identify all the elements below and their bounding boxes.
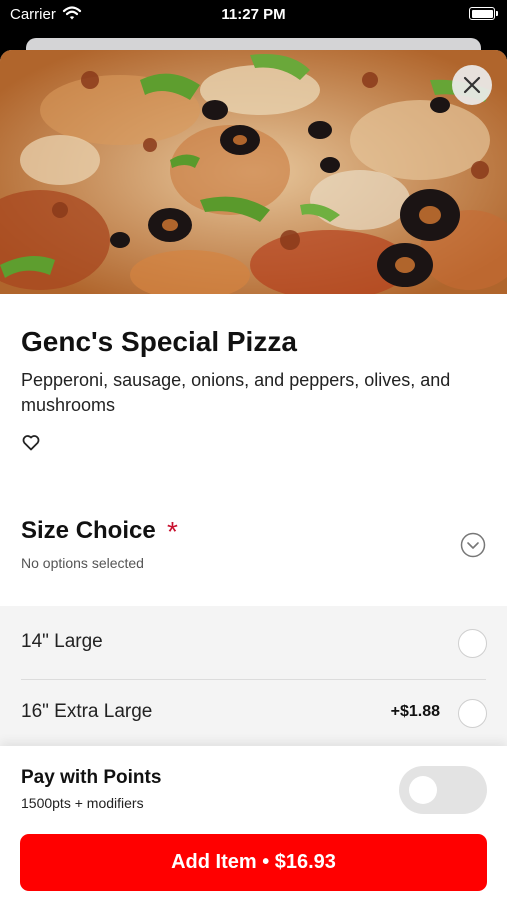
points-subtitle: 1500pts + modifiers xyxy=(21,795,144,811)
modifier-group-subtitle: No options selected xyxy=(21,555,144,571)
pay-with-points-label: Pay with Points xyxy=(21,767,162,788)
status-time: 11:27 PM xyxy=(221,6,286,23)
add-item-button[interactable]: Add Item • $16.93 xyxy=(20,834,487,891)
radio-button[interactable] xyxy=(458,699,487,728)
pay-with-points-toggle[interactable] xyxy=(399,766,487,814)
footer-bar: Pay with Points 1500pts + modifiers Add … xyxy=(0,746,507,900)
option-row-14-large[interactable]: 14" Large xyxy=(0,606,507,680)
close-icon xyxy=(463,76,481,94)
modifier-group-title: Size Choice xyxy=(21,517,156,544)
close-button[interactable] xyxy=(452,65,492,105)
item-detail-sheet: Genc's Special Pizza Pepperoni, sausage,… xyxy=(0,50,507,900)
pizza-photo xyxy=(0,50,507,294)
chevron-down-circle-icon[interactable] xyxy=(460,532,486,558)
radio-button[interactable] xyxy=(458,629,487,658)
toggle-knob xyxy=(409,776,437,804)
status-bar: Carrier 11:27 PM xyxy=(0,0,507,32)
size-options-list: 14" Large 16" Extra Large +$1.88 xyxy=(0,606,507,746)
heart-outline-icon[interactable] xyxy=(21,433,41,453)
option-row-16-extra-large[interactable]: 16" Extra Large +$1.88 xyxy=(0,676,507,746)
option-label: 14" Large xyxy=(21,631,103,652)
item-description: Pepperoni, sausage, onions, and peppers,… xyxy=(21,370,451,415)
item-title: Genc's Special Pizza xyxy=(21,326,297,357)
battery-icon xyxy=(469,7,498,20)
required-marker: * xyxy=(167,516,178,547)
option-price: +$1.88 xyxy=(390,703,440,720)
option-label: 16" Extra Large xyxy=(21,701,153,722)
